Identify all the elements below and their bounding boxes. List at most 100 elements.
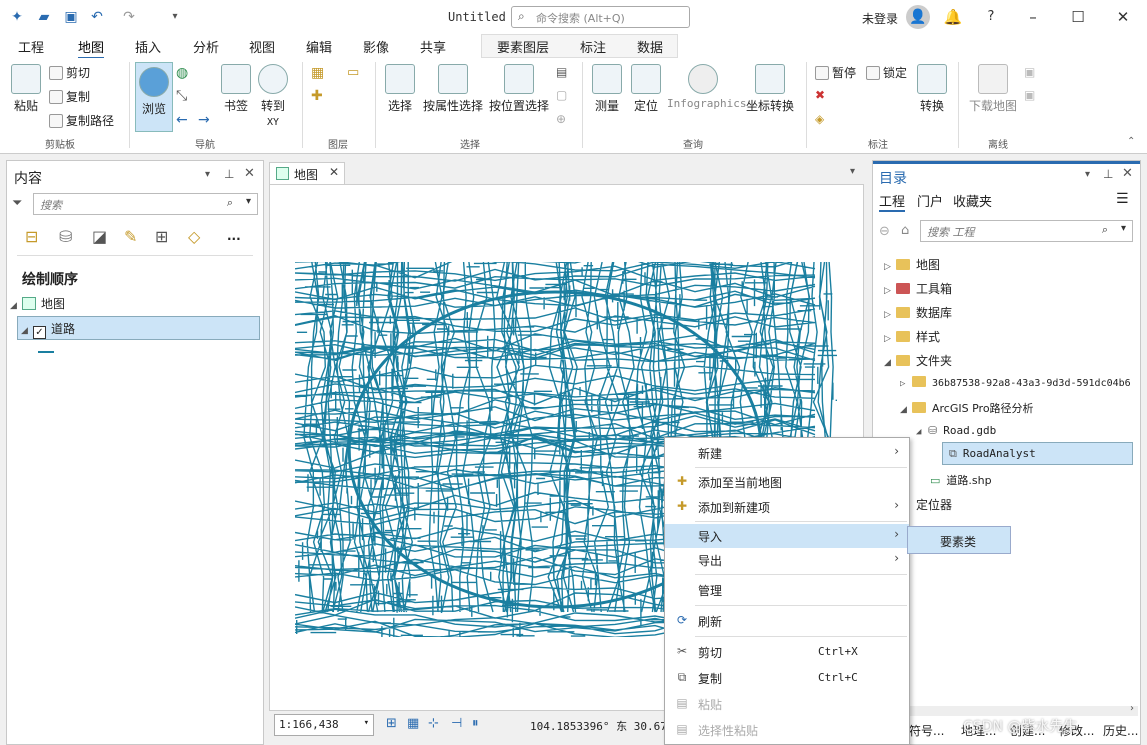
infographics-button[interactable]: Infographics [667, 64, 746, 110]
pin-pane-icon[interactable]: ⊥ [224, 167, 234, 181]
expand-arrow-icon[interactable]: ◢ [21, 326, 33, 336]
list-by-snapping-icon[interactable]: ⊞ [155, 227, 168, 246]
next-extent-icon[interactable]: → [198, 112, 210, 128]
horizontal-scrollbar[interactable]: › [875, 703, 1138, 716]
bottom-tab-symbology[interactable]: 符号... [909, 722, 944, 739]
zoom-in-fixed-icon[interactable]: ⤡ [176, 88, 187, 104]
snapping-icon[interactable]: ⊹ [428, 716, 439, 731]
tab-project[interactable]: 工程 [18, 37, 44, 56]
close-pane-icon[interactable]: ✕ [244, 166, 255, 181]
home-icon[interactable]: ⌂ [901, 223, 909, 238]
tab-imagery[interactable]: 影像 [363, 37, 389, 56]
add-layer-icon[interactable]: ✚ [311, 88, 323, 104]
remove-offline-icon[interactable]: ▣ [1024, 88, 1035, 102]
previous-extent-icon[interactable]: ← [176, 112, 188, 128]
locate-button[interactable]: 定位 [629, 64, 663, 114]
undo-icon[interactable]: ↶ [88, 8, 106, 26]
layer-node-roads[interactable]: ◢ ✓ 道路 [17, 316, 260, 340]
full-extent-icon[interactable]: ◍ [176, 65, 188, 81]
open-folder-icon[interactable]: ▰ [35, 8, 53, 26]
grid-reference-icon[interactable]: ⊞ [386, 716, 397, 731]
catalog-tab-portal[interactable]: 门户 [917, 191, 943, 210]
copy-button[interactable]: 复制 [49, 88, 90, 105]
menu-item-paste-special[interactable]: ▤ 选择性粘贴 [665, 718, 909, 742]
pause-drawing-icon[interactable]: ⏸ [472, 716, 479, 731]
pane-options-icon[interactable]: ▾ [205, 169, 210, 180]
close-pane-icon[interactable]: ✕ [1122, 166, 1133, 181]
layer-symbol-line[interactable] [38, 351, 54, 353]
menu-item-new[interactable]: 新建 › [665, 441, 909, 465]
attributes-icon[interactable]: ▤ [556, 65, 567, 79]
command-search-input[interactable]: ⌕ 命令搜索 (Alt+Q) [511, 6, 690, 28]
close-tab-icon[interactable]: ✕ [329, 165, 339, 179]
expand-arrow-icon[interactable]: ◢ [10, 301, 22, 311]
layer-visibility-checkbox[interactable]: ✓ [33, 326, 46, 339]
new-project-icon[interactable]: ✦ [8, 8, 26, 26]
list-by-labeling-icon[interactable]: ◇ [188, 227, 200, 246]
catalog-item-folders[interactable]: ◢ 文件夹 [884, 352, 952, 369]
catalog-item-road-gdb[interactable]: ◢ ⛁ Road.gdb [916, 424, 996, 437]
hamburger-menu-icon[interactable]: ☰ [1116, 191, 1129, 207]
sign-in-status[interactable]: 未登录 [862, 10, 898, 27]
list-by-editing-icon[interactable]: ✎ [124, 227, 137, 246]
cut-button[interactable]: 剪切 [49, 64, 90, 81]
map-node[interactable]: ◢ 地图 [10, 295, 65, 312]
remove-label-icon[interactable]: ✖ [815, 88, 825, 102]
user-avatar-icon[interactable]: 👤 [906, 5, 930, 29]
tab-feature-layer[interactable]: 要素图层 [497, 37, 549, 56]
coordinate-conversion-button[interactable]: 坐标转换 [743, 64, 797, 114]
catalog-item-guid-folder[interactable]: ▷ 36b87538-92a8-43a3-9d3d-591dc04b6 [900, 376, 1131, 389]
pane-options-icon[interactable]: ▾ [1085, 169, 1090, 180]
more-options-button[interactable]: ... [227, 229, 241, 243]
list-by-source-icon[interactable]: ⛁ [59, 227, 72, 246]
menu-item-add-to-current-map[interactable]: ✚ 添加至当前地图 [665, 470, 909, 494]
add-data-icon[interactable]: ▭ [347, 65, 359, 80]
catalog-item-maps[interactable]: ▷ 地图 [884, 256, 940, 273]
bottom-tab-history[interactable]: 历史... [1103, 722, 1138, 739]
tab-edit[interactable]: 编辑 [306, 37, 332, 56]
tab-list-chevron-icon[interactable]: ▾ [850, 166, 855, 177]
download-map-button[interactable]: 下载地图 [966, 64, 1020, 114]
redo-icon[interactable]: ↷ [120, 8, 138, 26]
table-icon[interactable]: ▦ [407, 716, 419, 731]
tab-labeling[interactable]: 标注 [580, 37, 606, 56]
minimize-button[interactable]: – [1022, 6, 1044, 28]
sync-icon[interactable]: ▣ [1024, 65, 1035, 79]
bookmarks-button[interactable]: 书签 [220, 64, 252, 114]
menu-item-export[interactable]: 导出 › [665, 548, 909, 572]
catalog-item-roads-shp[interactable]: ▭ 道路.shp [930, 472, 992, 488]
menu-item-copy[interactable]: ⧉ 复制 Ctrl+C [665, 666, 909, 690]
copy-path-button[interactable]: 复制路径 [49, 112, 114, 129]
filter-icon[interactable]: ⏷ [12, 196, 22, 211]
close-button[interactable]: ✕ [1112, 6, 1134, 28]
catalog-item-styles[interactable]: ▷ 样式 [884, 328, 940, 345]
catalog-item-route-analysis-folder[interactable]: ◢ ArcGIS Pro路径分析 [900, 400, 1034, 416]
constraints-icon[interactable]: ⊣ [451, 716, 462, 731]
pin-pane-icon[interactable]: ⊥ [1103, 167, 1113, 181]
measure-button[interactable]: 测量 [589, 64, 625, 114]
notification-bell-icon[interactable]: 🔔 [942, 6, 964, 28]
catalog-tab-favorites[interactable]: 收藏夹 [953, 191, 992, 210]
list-by-drawing-order-icon[interactable]: ⊟ [25, 227, 38, 246]
scale-selector[interactable]: 1:166,438 ▾ [274, 714, 374, 736]
catalog-tab-project[interactable]: 工程 [879, 191, 906, 212]
tab-insert[interactable]: 插入 [135, 37, 161, 56]
menu-item-paste[interactable]: ▤ 粘贴 [665, 692, 909, 716]
clear-selection-icon[interactable]: ▢ [556, 88, 567, 102]
basemap-icon[interactable]: ▦ [311, 65, 324, 81]
convert-labels-button[interactable]: 转换 [916, 64, 948, 114]
lock-labels-button[interactable]: 锁定 [866, 64, 907, 81]
quick-access-dropdown-icon[interactable]: ▾ [166, 8, 184, 26]
tab-share[interactable]: 共享 [420, 37, 446, 56]
list-by-selection-icon[interactable]: ◪ [92, 227, 107, 246]
catalog-item-databases[interactable]: ▷ 数据库 [884, 304, 952, 321]
paste-button[interactable]: 粘贴 [8, 64, 44, 114]
tab-view[interactable]: 视图 [249, 37, 275, 56]
contents-search-input[interactable]: 搜索 ⌕ ▾ [33, 193, 258, 215]
catalog-search-input[interactable]: 搜索 工程 ⌕ ▾ [920, 220, 1133, 242]
collapse-ribbon-icon[interactable]: ⌃ [1127, 136, 1135, 147]
menu-item-import[interactable]: 导入 › [665, 524, 909, 548]
select-by-location-button[interactable]: 按位置选择 [488, 64, 550, 114]
menu-item-manage[interactable]: 管理 [665, 578, 909, 602]
tab-map-view[interactable]: 地图 ✕ [269, 162, 345, 184]
